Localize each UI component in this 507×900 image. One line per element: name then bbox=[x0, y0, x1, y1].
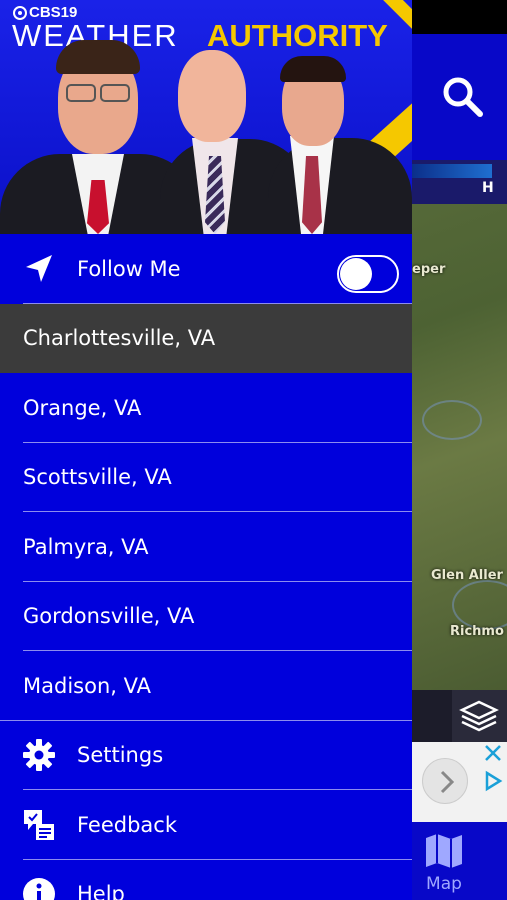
radar-map[interactable]: H eper Glen Aller Richmo bbox=[412, 160, 507, 690]
location-item-orange[interactable]: Orange, VA bbox=[0, 373, 412, 443]
feedback-icon bbox=[22, 808, 56, 842]
search-icon[interactable] bbox=[438, 72, 488, 122]
ad-close-icon[interactable] bbox=[482, 742, 504, 764]
presenter-photo bbox=[268, 56, 412, 234]
location-item-gordonsville[interactable]: Gordonsville, VA bbox=[0, 582, 412, 651]
map-tab-label[interactable]: Map bbox=[424, 874, 464, 894]
help-menu-item[interactable]: Help bbox=[0, 860, 412, 900]
location-arrow-icon bbox=[22, 252, 56, 286]
ad-choices-icon[interactable] bbox=[482, 770, 504, 792]
follow-me-row[interactable]: Follow Me bbox=[0, 234, 412, 304]
ad-next-button[interactable] bbox=[422, 758, 468, 804]
gear-icon bbox=[22, 738, 56, 772]
location-label: Madison, VA bbox=[23, 673, 151, 698]
drawer-menu: Follow Me Charlottesville, VA Orange, VA… bbox=[0, 234, 412, 900]
map-label: eper bbox=[412, 262, 446, 277]
location-label: Gordonsville, VA bbox=[23, 604, 195, 629]
location-item-madison[interactable]: Madison, VA bbox=[0, 651, 412, 721]
map-river bbox=[422, 400, 482, 440]
drawer-header-banner: CBS19 WEATHER AUTHORITY bbox=[0, 0, 412, 234]
location-item-scottsville[interactable]: Scottsville, VA bbox=[0, 443, 412, 512]
location-item-palmyra[interactable]: Palmyra, VA bbox=[0, 512, 412, 582]
location-label: Orange, VA bbox=[23, 395, 142, 420]
toggle-knob bbox=[340, 258, 372, 290]
settings-menu-item[interactable]: Settings bbox=[0, 721, 412, 790]
legend-color-bar bbox=[412, 164, 492, 178]
legend-high-label: H bbox=[482, 180, 494, 196]
help-label: Help bbox=[77, 882, 125, 900]
map-icon[interactable] bbox=[424, 832, 464, 870]
location-item-charlottesville[interactable]: Charlottesville, VA bbox=[0, 303, 412, 373]
follow-me-label: Follow Me bbox=[77, 256, 181, 281]
follow-me-toggle[interactable] bbox=[337, 255, 399, 293]
navigation-drawer: CBS19 WEATHER AUTHORITY Follow Me Charlo… bbox=[0, 0, 412, 900]
location-label: Charlottesville, VA bbox=[23, 326, 216, 351]
brand-title-authority: AUTHORITY bbox=[207, 18, 388, 53]
info-icon bbox=[22, 877, 56, 900]
layers-icon[interactable] bbox=[452, 690, 507, 742]
feedback-label: Feedback bbox=[77, 812, 178, 837]
feedback-menu-item[interactable]: Feedback bbox=[0, 790, 412, 860]
settings-label: Settings bbox=[77, 743, 164, 768]
map-legend: H bbox=[412, 160, 507, 204]
location-label: Palmyra, VA bbox=[23, 534, 149, 559]
map-label: Richmo bbox=[450, 624, 504, 639]
map-river bbox=[452, 580, 507, 630]
map-label: Glen Aller bbox=[431, 568, 503, 583]
location-label: Scottsville, VA bbox=[23, 465, 172, 490]
